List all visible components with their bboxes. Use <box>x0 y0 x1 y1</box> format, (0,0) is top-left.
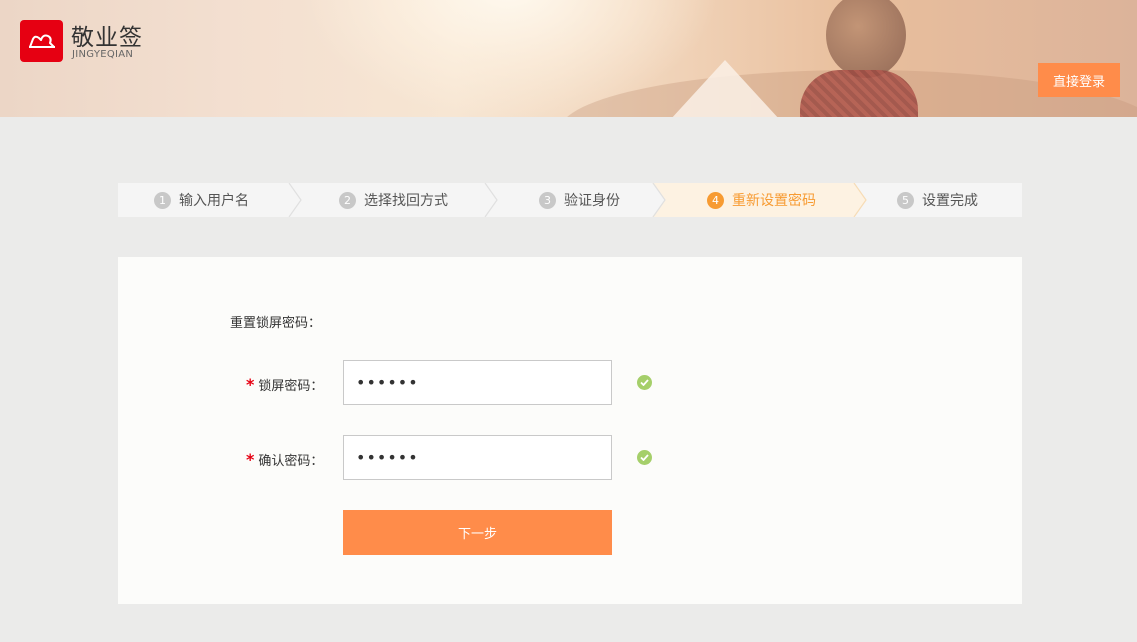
step-3: 3 验证身份 <box>539 183 620 217</box>
step-number: 3 <box>539 191 556 209</box>
step-separator-icon <box>484 183 498 217</box>
step-label: 设置完成 <box>922 193 978 209</box>
header-banner: 敬业签 JINGYEQIAN 直接登录 <box>0 0 1137 117</box>
step-label: 验证身份 <box>564 193 620 209</box>
confirm-password-input[interactable] <box>343 435 612 480</box>
confirm-password-label-text: 确认密码： <box>258 454 324 469</box>
valid-check-icon <box>637 450 652 465</box>
step-separator-icon <box>652 183 666 217</box>
required-mark: * <box>246 375 255 394</box>
step-number: 4 <box>707 191 724 209</box>
lock-password-input[interactable] <box>343 360 612 405</box>
logo-icon <box>20 20 63 62</box>
banner-girl-image <box>826 0 906 78</box>
step-label: 选择找回方式 <box>364 193 448 209</box>
progress-steps: 1 输入用户名 2 选择找回方式 3 验证身份 4 重新设置密码 5 设置完成 <box>118 183 1022 217</box>
direct-login-button[interactable]: 直接登录 <box>1038 63 1120 97</box>
step-number: 2 <box>339 191 356 209</box>
step-5: 5 设置完成 <box>897 183 978 217</box>
step-label: 重新设置密码 <box>732 193 816 209</box>
section-title: 重置锁屏密码： <box>230 316 322 331</box>
step-4: 4 重新设置密码 <box>707 183 816 217</box>
valid-check-icon <box>637 375 652 390</box>
brand-name: 敬业签 <box>71 25 143 51</box>
step-label: 输入用户名 <box>179 193 249 209</box>
lock-password-label-text: 锁屏密码： <box>258 379 324 394</box>
required-mark: * <box>246 450 255 469</box>
step-separator-icon <box>288 183 302 217</box>
brand-subtitle: JINGYEQIAN <box>72 49 134 60</box>
confirm-password-label: * 确认密码： <box>246 450 323 469</box>
step-separator-icon <box>853 183 867 217</box>
step-2: 2 选择找回方式 <box>339 183 448 217</box>
lock-password-label: * 锁屏密码： <box>246 375 323 394</box>
step-number: 1 <box>154 191 171 209</box>
next-step-button[interactable]: 下一步 <box>343 510 612 555</box>
banner-tent-image <box>670 60 780 117</box>
step-1: 1 输入用户名 <box>154 183 249 217</box>
step-number: 5 <box>897 191 914 209</box>
banner-girl-shirt <box>800 70 918 117</box>
